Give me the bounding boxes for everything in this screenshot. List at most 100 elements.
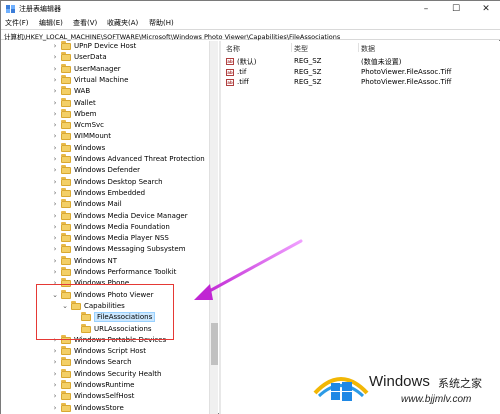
tree-item-label: Windows Media Player NSS — [74, 234, 169, 243]
chevron-right-icon[interactable]: › — [51, 381, 59, 389]
chevron-right-icon[interactable]: › — [51, 358, 59, 366]
tree-item[interactable]: › WAB — [1, 86, 209, 97]
chevron-right-icon[interactable]: › — [51, 132, 59, 140]
tree-item[interactable]: › Windows Security Health — [1, 368, 209, 380]
chevron-right-icon[interactable]: › — [51, 76, 59, 84]
folder-icon — [61, 108, 71, 118]
chevron-right-icon[interactable]: › — [51, 245, 59, 253]
watermark-brand: Windows — [369, 373, 430, 390]
folder-icon — [61, 380, 71, 389]
chevron-right-icon[interactable]: › — [51, 370, 59, 378]
value-row[interactable]: ab (默认) REG_SZ (数值未设置) — [221, 56, 500, 67]
tree-item-label: UserManager — [74, 64, 121, 73]
tree-item[interactable]: › Windows NT — [1, 255, 209, 267]
tree-item[interactable]: › Windows — [1, 142, 209, 154]
tree-item[interactable]: › Windows Script Host — [1, 346, 209, 357]
close-button[interactable]: ✕ — [471, 1, 500, 17]
address-path[interactable]: 计算机\HKEY_LOCAL_MACHINE\SOFTWARE\Microsof… — [4, 31, 340, 41]
menu-edit[interactable]: 编辑(E) — [39, 18, 63, 28]
tree-item[interactable]: › WindowsSelfHost — [1, 391, 209, 402]
folder-icon — [61, 210, 71, 220]
chevron-right-icon[interactable]: › — [51, 223, 59, 231]
chevron-right-icon[interactable]: › — [51, 110, 59, 118]
folder-icon — [61, 199, 71, 209]
chevron-right-icon[interactable]: › — [51, 121, 59, 129]
tree-item-label: Windows Script Host — [74, 347, 146, 356]
menu-view[interactable]: 查看(V) — [73, 18, 97, 28]
tree-item[interactable]: › Windows Media Player NSS — [1, 233, 209, 244]
tree-item[interactable]: › WindowsStore — [1, 402, 209, 414]
tree-item[interactable]: › Windows Media Foundation — [1, 221, 209, 233]
string-value-icon: ab — [226, 68, 234, 76]
tree-item[interactable]: › Virtual Machine — [1, 74, 209, 86]
tree-item[interactable]: › UserManager — [1, 63, 209, 75]
chevron-right-icon[interactable]: › — [51, 212, 59, 220]
menu-favorites[interactable]: 收藏夹(A) — [107, 18, 138, 28]
chevron-right-icon[interactable]: › — [51, 257, 59, 265]
chevron-right-icon[interactable]: › — [51, 155, 59, 163]
folder-icon — [61, 165, 71, 175]
chevron-right-icon[interactable]: › — [51, 178, 59, 186]
column-header-name[interactable]: 名称 — [226, 44, 240, 54]
tree-item[interactable]: › WIMMount — [1, 131, 209, 142]
tree-item[interactable]: › UserData — [1, 52, 209, 63]
chevron-right-icon[interactable]: › — [51, 65, 59, 73]
values-pane: 名称 类型 数据 ab (默认) REG_SZ (数值未设置) ab .tif REG_SZ… — [221, 41, 500, 414]
title-bar[interactable]: 注册表编辑器 – ☐ ✕ — [1, 1, 500, 17]
chevron-right-icon[interactable]: › — [51, 200, 59, 208]
tree-item[interactable]: › Windows Advanced Threat Protection — [1, 154, 209, 165]
tree-item[interactable]: › Wallet — [1, 97, 209, 109]
chevron-right-icon[interactable]: › — [51, 404, 59, 412]
tree-item[interactable]: › Windows Performance Toolkit — [1, 267, 209, 278]
tree-item-label: Windows Desktop Search — [74, 177, 163, 186]
chevron-right-icon[interactable]: › — [51, 144, 59, 152]
column-divider[interactable] — [358, 43, 359, 52]
maximize-button[interactable]: ☐ — [441, 1, 471, 17]
tree-item[interactable]: › WcmSvc — [1, 120, 209, 131]
menu-help[interactable]: 帮助(H) — [149, 18, 174, 28]
tree-item[interactable]: › Windows Mail — [1, 199, 209, 210]
chevron-right-icon[interactable]: › — [51, 234, 59, 242]
column-header-type[interactable]: 类型 — [294, 44, 308, 54]
tree-scrollbar[interactable] — [209, 41, 218, 414]
tree-item[interactable]: › Wbem — [1, 108, 209, 120]
chevron-right-icon[interactable]: › — [51, 347, 59, 355]
column-divider[interactable] — [291, 43, 292, 52]
tree-item[interactable]: › Windows Messaging Subsystem — [1, 244, 209, 255]
folder-icon — [61, 244, 71, 254]
tree-item-label: WindowsStore — [74, 403, 124, 412]
value-row[interactable]: ab .tif REG_SZ PhotoViewer.FileAssoc.Tiff — [221, 67, 500, 78]
menu-file[interactable]: 文件(F) — [5, 18, 29, 28]
value-row[interactable]: ab .tiff REG_SZ PhotoViewer.FileAssoc.Tiff — [221, 77, 500, 88]
chevron-right-icon[interactable]: › — [51, 99, 59, 107]
menu-bar: 文件(F) 编辑(E) 查看(V) 收藏夹(A) 帮助(H) — [1, 17, 500, 29]
chevron-right-icon[interactable]: › — [51, 42, 59, 50]
chevron-right-icon[interactable]: › — [51, 166, 59, 174]
tree-item[interactable]: › Windows Search — [1, 357, 209, 368]
chevron-right-icon[interactable]: › — [51, 392, 59, 400]
chevron-right-icon[interactable]: › — [51, 268, 59, 276]
column-header-data[interactable]: 数据 — [361, 44, 375, 54]
tree-item[interactable]: › Windows Media Device Manager — [1, 210, 209, 222]
tree-item-label: Windows Media Foundation — [74, 222, 170, 231]
tree-item[interactable]: › Windows Embedded — [1, 187, 209, 199]
folder-icon — [61, 255, 71, 265]
string-value-icon: ab — [226, 58, 234, 65]
folder-icon — [61, 402, 71, 412]
tree-item[interactable]: › Windows Desktop Search — [1, 176, 209, 188]
chevron-right-icon[interactable]: › — [51, 87, 59, 95]
minimize-button[interactable]: – — [411, 1, 441, 17]
folder-icon — [61, 120, 71, 130]
tree-item[interactable]: › WindowsRuntime — [1, 380, 209, 391]
tree-scrollbar-thumb[interactable] — [211, 323, 218, 365]
address-bar[interactable]: 计算机\HKEY_LOCAL_MACHINE\SOFTWARE\Microsof… — [1, 29, 500, 41]
folder-icon — [61, 74, 71, 84]
folder-icon — [61, 86, 71, 96]
tree-item-label: WIMMount — [74, 132, 111, 141]
value-data: (数值未设置) — [361, 58, 402, 66]
chevron-right-icon[interactable]: › — [51, 189, 59, 197]
tree-item[interactable]: › Windows Defender — [1, 165, 209, 176]
chevron-right-icon[interactable]: › — [51, 53, 59, 61]
folder-icon — [61, 233, 71, 243]
tree-item[interactable]: › UPnP Device Host — [1, 41, 209, 52]
